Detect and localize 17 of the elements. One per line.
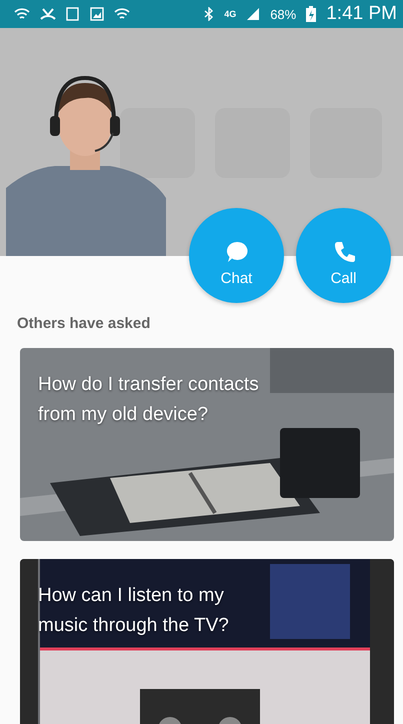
bluetooth-icon <box>204 7 214 21</box>
question-card[interactable]: How do I transfer contacts from my old device? <box>20 348 394 541</box>
network-type: 4G <box>224 9 236 19</box>
missed-call-icon <box>40 7 56 21</box>
phone-icon <box>332 240 354 264</box>
signal-icon <box>246 7 260 21</box>
battery-icon <box>306 6 316 22</box>
question-text: How can I listen to my music through the TV? <box>37 584 230 638</box>
section-heading: Others have asked <box>17 315 152 332</box>
wifi-icon <box>14 7 30 21</box>
battery-percent: 68% <box>270 6 296 22</box>
clock: 1:41 PM <box>326 3 397 25</box>
wifi-icon <box>114 7 130 21</box>
question-card[interactable]: How can I listen to my music through the TV? <box>20 559 394 724</box>
chat-icon <box>224 240 248 264</box>
question-text: How do I transfer contacts from my old device? <box>37 373 260 427</box>
image-icon <box>90 7 104 21</box>
